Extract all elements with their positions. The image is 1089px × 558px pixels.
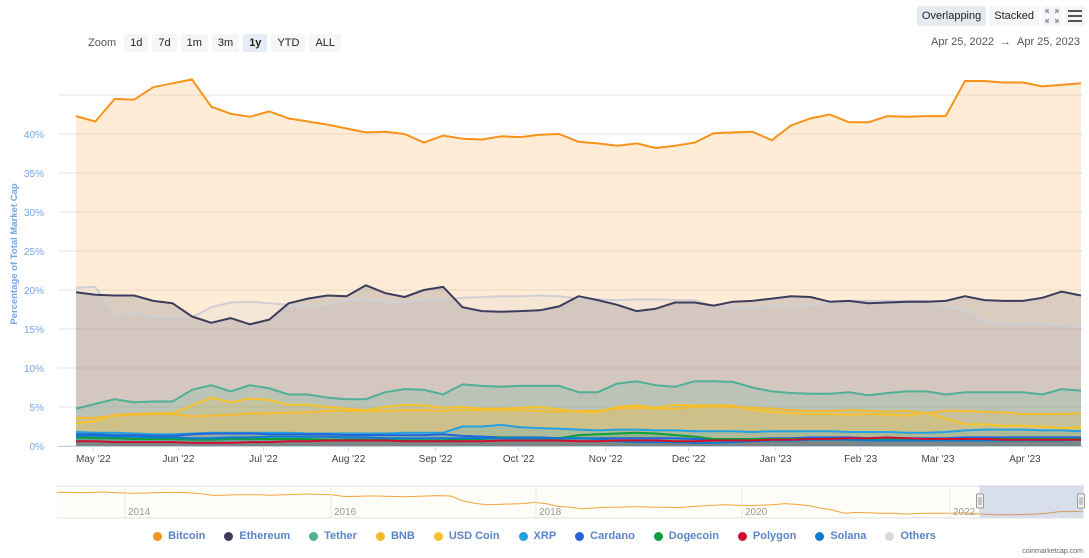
legend-label: USD Coin (448, 530, 500, 542)
navigator-tick-label: 2016 (334, 507, 357, 518)
y-tick-label: 30% (24, 208, 44, 219)
legend-dot-icon (309, 531, 319, 541)
legend-item-cardano[interactable]: Cardano (575, 530, 635, 542)
x-tick-label: Nov '22 (589, 454, 623, 465)
y-tick-label: 20% (24, 286, 44, 297)
y-tick-label: 15% (24, 325, 44, 336)
legend-label: Dogecoin (668, 530, 719, 542)
legend-dot-icon (518, 531, 528, 541)
x-tick-label: May '22 (76, 454, 111, 465)
x-axis-ticks: May '22 Jun '22 Jul '22 Aug '22 Sep '22 Oct '… (76, 446, 1041, 465)
y-tick-label: 10% (24, 364, 44, 375)
legend-label: XRP (533, 530, 557, 542)
legend-dot-icon (375, 531, 385, 541)
navigator-left-handle[interactable] (976, 493, 984, 509)
dominance-chart: 0% 5% 10% 15% 20% 25% 30% 35% 40% May '22 Jun '22… (9, 78, 1085, 519)
y-tick-label: 5% (30, 403, 45, 414)
legend-item-xrp[interactable]: XRP (518, 530, 557, 542)
legend-label: Tether (324, 530, 357, 542)
legend-label: BNB (390, 530, 415, 542)
x-tick-label: Feb '23 (844, 454, 877, 465)
navigator-tick-label: 2022 (953, 507, 976, 518)
navigator-tick-label: 2014 (128, 507, 151, 518)
legend-item-tether[interactable]: Tether (309, 530, 357, 542)
x-tick-label: Jan '23 (760, 454, 792, 465)
legend-item-polygon[interactable]: Polygon (737, 530, 797, 542)
y-axis-title: Percentage of Total Market Cap (9, 183, 20, 325)
y-tick-label: 25% (24, 247, 44, 258)
legend-dot-icon (433, 531, 443, 541)
legend-item-solana[interactable]: Solana (815, 530, 866, 542)
x-tick-label: Jul '22 (249, 454, 278, 465)
legend-label: Solana (830, 530, 867, 542)
x-tick-label: Mar '23 (921, 454, 954, 465)
x-tick-label: Jun '22 (162, 454, 194, 465)
navigator-selected-range[interactable] (979, 485, 1084, 519)
x-tick-label: Oct '22 (503, 454, 535, 465)
y-tick-label: 0% (30, 442, 45, 453)
legend-item-dogecoin[interactable]: Dogecoin (653, 530, 719, 542)
navigator-tick-label: 2018 (539, 507, 562, 518)
navigator-right-handle[interactable] (1077, 493, 1085, 509)
legend-label: Others (900, 530, 936, 542)
x-tick-label: Sep '22 (419, 454, 453, 465)
legend-label: Ethereum (239, 530, 291, 542)
legend-item-ethereum[interactable]: Ethereum (224, 530, 290, 542)
x-tick-label: Aug '22 (332, 454, 366, 465)
x-tick-label: Apr '23 (1009, 454, 1041, 465)
legend-dot-icon (885, 531, 895, 541)
legend-label: Cardano (590, 530, 635, 542)
legend-item-bnb[interactable]: BNB (375, 530, 415, 542)
legend-dot-icon (224, 531, 234, 541)
legend-item-others[interactable]: Others (885, 530, 936, 542)
legend-item-usd-coin[interactable]: USD Coin (433, 530, 500, 542)
legend-dot-icon (575, 531, 585, 541)
y-tick-label: 40% (24, 130, 44, 141)
legend-dot-icon (815, 531, 825, 541)
chart-legend: Bitcoin Ethereum Tether BNB USD Coin XRP Carda… (0, 530, 1089, 542)
legend-dot-icon (153, 531, 163, 541)
x-tick-label: Dec '22 (672, 454, 706, 465)
legend-dot-icon (653, 531, 663, 541)
legend-label: Polygon (752, 530, 797, 542)
legend-label: Bitcoin (168, 530, 206, 542)
navigator-tick-label: 2020 (745, 507, 768, 518)
y-tick-label: 35% (24, 169, 44, 180)
source-credit: coinmarketcap.com (1022, 548, 1083, 555)
legend-item-bitcoin[interactable]: Bitcoin (153, 530, 205, 542)
navigator: 2014 2016 2018 2020 2022 (57, 485, 1085, 519)
legend-dot-icon (737, 531, 747, 541)
